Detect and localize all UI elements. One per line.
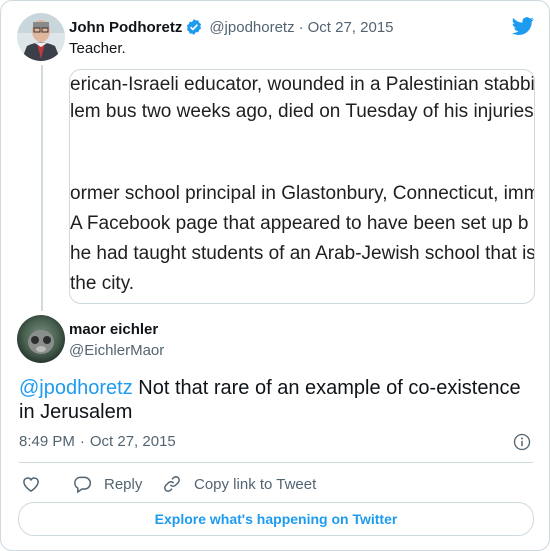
info-icon[interactable] bbox=[513, 433, 531, 456]
article-line: ormer school principal in Glastonbury, C… bbox=[70, 183, 535, 204]
quoted-header: John Podhoretz @jpodhoretz · Oct 27, 201… bbox=[69, 17, 394, 37]
reply-button[interactable]: Reply bbox=[72, 473, 142, 495]
reply-label: Reply bbox=[104, 475, 143, 493]
copy-link-button[interactable]: Copy link to Tweet bbox=[162, 473, 316, 495]
timestamp[interactable]: Oct 27, 2015 bbox=[308, 19, 394, 36]
divider bbox=[19, 462, 533, 463]
quoted-tweet-text: Teacher. bbox=[69, 40, 126, 57]
article-line: erican-Israeli educator, wounded in a Pa… bbox=[70, 74, 535, 95]
embedded-article-image[interactable]: erican-Israeli educator, wounded in a Pa… bbox=[69, 69, 535, 304]
verified-badge-icon bbox=[185, 18, 203, 36]
reply-display-name[interactable]: maor eichler bbox=[69, 321, 158, 338]
handle[interactable]: @jpodhoretz bbox=[209, 19, 294, 36]
reply-tweet-text: @jpodhoretz Not that rare of an example … bbox=[19, 376, 529, 424]
link-icon bbox=[162, 474, 194, 494]
article-line: A Facebook page that appeared to have be… bbox=[70, 213, 529, 234]
separator: · bbox=[79, 433, 85, 450]
twitter-bird-icon[interactable] bbox=[511, 15, 535, 42]
tweet-embed-card: John Podhoretz @jpodhoretz · Oct 27, 201… bbox=[0, 0, 550, 551]
like-button[interactable] bbox=[21, 473, 53, 495]
article-line: lem bus two weeks ago, died on Tuesday o… bbox=[70, 101, 534, 122]
reply-timestamp[interactable]: 8:49 PM · Oct 27, 2015 bbox=[19, 433, 176, 450]
heart-icon bbox=[21, 474, 53, 494]
article-line: the city. bbox=[70, 273, 135, 294]
explore-button[interactable]: Explore what's happening on Twitter bbox=[18, 502, 534, 536]
article-line: he had taught students of an Arab-Jewish… bbox=[70, 243, 535, 264]
reply-handle[interactable]: @EichlerMaor bbox=[69, 342, 164, 359]
display-name[interactable]: John Podhoretz bbox=[69, 19, 182, 36]
mention-link[interactable]: @jpodhoretz bbox=[19, 377, 133, 399]
avatar-john-podhoretz[interactable] bbox=[17, 13, 65, 61]
copy-link-label: Copy link to Tweet bbox=[194, 475, 317, 493]
reply-date: Oct 27, 2015 bbox=[89, 433, 176, 450]
reply-time: 8:49 PM bbox=[19, 433, 75, 450]
thread-connector bbox=[41, 65, 43, 311]
separator: · bbox=[298, 18, 304, 36]
reply-bubble-icon bbox=[72, 474, 104, 494]
avatar-maor-eichler[interactable] bbox=[17, 315, 65, 363]
